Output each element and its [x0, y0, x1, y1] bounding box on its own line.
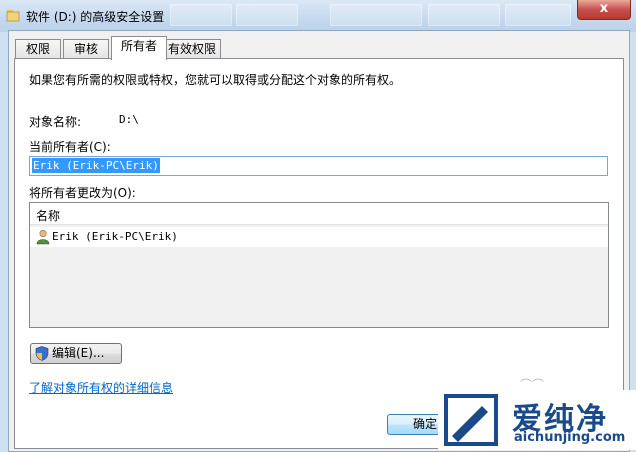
background-window-ghost: [170, 4, 232, 26]
list-column-header[interactable]: 名称: [30, 203, 608, 225]
watermark-brand-en: aichunjing.com: [514, 430, 626, 445]
list-item[interactable]: Erik (Erik-PC\Erik): [30, 227, 608, 247]
edit-button[interactable]: 编辑(E)...: [30, 343, 122, 364]
background-window-ghost: [505, 4, 571, 26]
owner-list[interactable]: 名称 Erik (Erik-PC\Erik): [29, 202, 609, 328]
watermark: 爱纯净 aichunjing.com: [438, 390, 636, 450]
object-name-label: 对象名称:: [29, 115, 82, 129]
column-name-label: 名称: [36, 209, 61, 223]
current-owner-value: Erik (Erik-PC\Erik): [32, 158, 160, 173]
user-icon: [36, 229, 50, 245]
background-window-ghost: [330, 4, 422, 26]
background-window-ghost: [236, 4, 298, 26]
current-owner-field[interactable]: Erik (Erik-PC\Erik): [29, 156, 608, 176]
tab-auditing[interactable]: 审核: [63, 39, 109, 59]
uac-shield-icon: [35, 346, 49, 361]
change-owner-label: 将所有者更改为(O):: [29, 186, 136, 200]
tab-owner[interactable]: 所有者: [111, 36, 167, 60]
tab-effective-permissions[interactable]: 有效权限: [163, 39, 221, 59]
edit-button-label: 编辑(E)...: [52, 346, 105, 360]
list-item-label: Erik (Erik-PC\Erik): [52, 230, 178, 243]
object-name-value: D:\: [119, 113, 139, 126]
current-owner-label: 当前所有者(C):: [29, 140, 111, 154]
window-title: 软件 (D:) 的高级安全设置: [26, 10, 165, 24]
ownership-details-link[interactable]: 了解对象所有权的详细信息: [29, 379, 173, 396]
watermark-logo-icon: [444, 394, 498, 446]
title-bar: 软件 (D:) 的高级安全设置 x: [0, 0, 636, 32]
tab-permissions[interactable]: 权限: [15, 39, 61, 59]
list-body: Erik (Erik-PC\Erik): [30, 225, 608, 327]
folder-icon: [6, 10, 20, 22]
description-text: 如果您有所需的权限或特权，您就可以取得或分配这个对象的所有权。: [29, 73, 402, 87]
close-button[interactable]: x: [577, 0, 631, 20]
background-window-ghost: [428, 4, 500, 26]
